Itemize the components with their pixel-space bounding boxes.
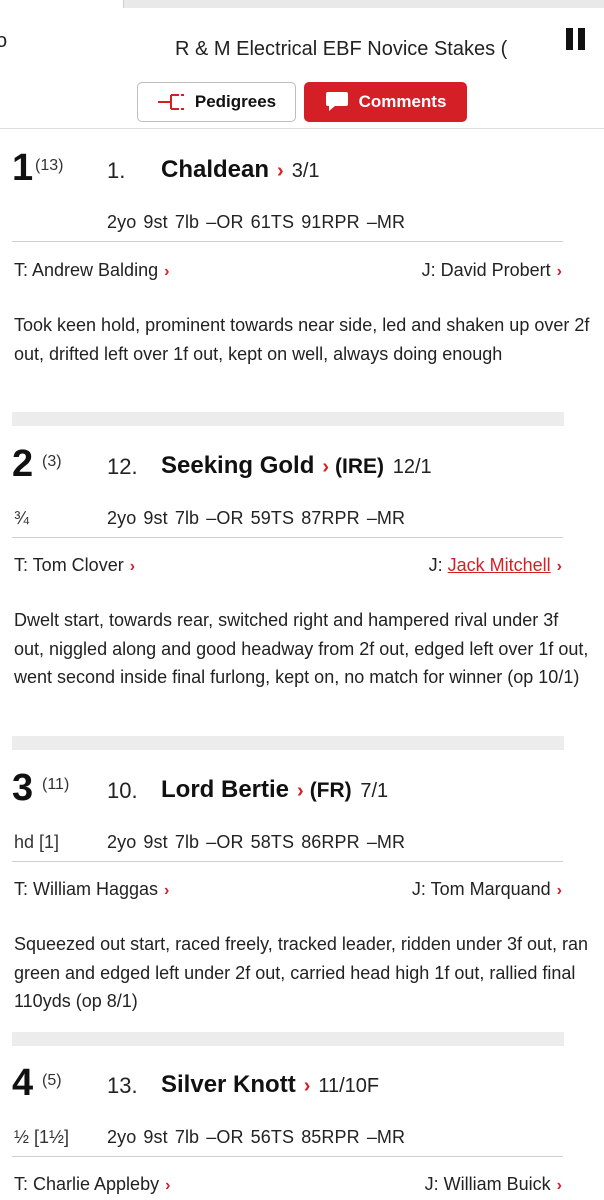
header-divider: [0, 128, 604, 129]
comments-button[interactable]: Comments: [304, 82, 467, 122]
distance-beaten: ½ [1½]: [14, 1127, 70, 1147]
race-header: o R & M Electrical EBF Novice Stakes (: [0, 8, 604, 74]
trainer-link[interactable]: T: Charlie Appleby ›: [14, 1174, 170, 1195]
country-code: (FR): [309, 779, 352, 802]
horse-name-row[interactable]: Silver Knott › 11/10F: [161, 1071, 379, 1099]
jockey-link[interactable]: J: Tom Marquand ›: [412, 879, 562, 900]
race-header-left-fragment: o: [0, 30, 8, 52]
jockey-link[interactable]: J: William Buick ›: [425, 1174, 562, 1195]
runner-stats: 2yo 9st 7lb –OR 59TS 87RPR –MR: [107, 508, 406, 528]
divider: [12, 241, 563, 242]
comments-label: Comments: [358, 92, 447, 111]
saddle-cloth-number: 1.: [107, 158, 126, 183]
chevron-right-icon: ›: [322, 456, 330, 478]
trainer-name[interactable]: T: William Haggas: [14, 879, 158, 899]
chevron-right-icon: ›: [556, 263, 562, 280]
draw-number: (3): [42, 453, 62, 470]
tab-active[interactable]: [0, 0, 124, 8]
saddle-cloth-number: 12.: [107, 454, 138, 479]
saddle-cloth-number: 13.: [107, 1073, 138, 1098]
chevron-right-icon: ›: [556, 1177, 562, 1194]
section-separator: [12, 412, 564, 426]
chevron-right-icon: ›: [303, 1075, 311, 1097]
chevron-right-icon: ›: [277, 160, 284, 182]
chevron-right-icon: ›: [164, 882, 170, 899]
jockey-prefix: J:: [428, 555, 448, 575]
jockey-link[interactable]: J: Jack Mitchell ›: [429, 555, 562, 576]
trainer-link[interactable]: T: Tom Clover ›: [14, 555, 135, 576]
jockey-name[interactable]: Jack Mitchell: [448, 555, 551, 575]
race-title: R & M Electrical EBF Novice Stakes (: [175, 38, 508, 60]
odds: 7/1: [360, 780, 389, 802]
horse-name-row[interactable]: Chaldean › 3/1: [161, 156, 320, 184]
horse-name[interactable]: Seeking Gold: [161, 452, 314, 479]
chevron-right-icon: ›: [164, 263, 170, 280]
horse-name[interactable]: Chaldean: [161, 156, 269, 183]
top-tab-strip: [0, 0, 604, 8]
race-comment: Dwelt start, towards rear, switched righ…: [14, 610, 589, 687]
pedigree-icon: [157, 94, 184, 110]
runner-stats: 2yo 9st 7lb –OR 61TS 91RPR –MR: [107, 212, 406, 232]
pedigrees-button[interactable]: Pedigrees: [137, 82, 296, 122]
pause-icon[interactable]: [566, 28, 588, 52]
trainer-name[interactable]: T: Andrew Balding: [14, 260, 158, 280]
saddle-cloth-number: 10.: [107, 778, 138, 803]
chevron-right-icon: ›: [556, 558, 562, 575]
finish-position: 4: [12, 1062, 34, 1104]
chevron-right-icon: ›: [129, 558, 136, 575]
divider: [12, 537, 563, 538]
horse-name-row[interactable]: Seeking Gold › (IRE) 12/1: [161, 452, 432, 480]
horse-name-row[interactable]: Lord Bertie › (FR) 7/1: [161, 776, 388, 804]
jockey-link[interactable]: J: David Probert ›: [422, 260, 562, 281]
trainer-link[interactable]: T: William Haggas ›: [14, 879, 169, 900]
draw-number: (13): [35, 157, 64, 174]
finish-position: 3: [12, 767, 34, 809]
finish-position: 2: [12, 443, 34, 485]
chevron-right-icon: ›: [556, 882, 562, 899]
distance-beaten: ¾: [14, 508, 30, 528]
odds: 12/1: [392, 456, 432, 478]
odds: 3/1: [291, 160, 320, 182]
comment-bubble-icon: [325, 92, 348, 111]
jockey-name[interactable]: J: Tom Marquand: [412, 879, 551, 899]
draw-number: (5): [42, 1072, 62, 1089]
jockey-name[interactable]: J: William Buick: [425, 1174, 551, 1194]
section-separator: [12, 1032, 564, 1046]
pedigrees-label: Pedigrees: [194, 92, 277, 111]
divider: [12, 861, 563, 862]
runner-stats: 2yo 9st 7lb –OR 58TS 86RPR –MR: [107, 832, 406, 852]
section-separator: [12, 736, 564, 750]
trainer-link[interactable]: T: Andrew Balding ›: [14, 260, 169, 281]
chevron-right-icon: ›: [297, 780, 304, 802]
trainer-name[interactable]: T: Tom Clover: [14, 555, 124, 575]
race-comment: Squeezed out start, raced freely, tracke…: [14, 934, 589, 1011]
race-comment: Took keen hold, prominent towards near s…: [14, 315, 590, 364]
horse-name[interactable]: Lord Bertie: [161, 776, 289, 803]
finish-position: 1: [12, 147, 34, 189]
horse-name[interactable]: Silver Knott: [161, 1071, 296, 1098]
draw-number: (11): [42, 776, 70, 793]
distance-beaten: hd [1]: [14, 832, 60, 852]
jockey-name[interactable]: J: David Probert: [422, 260, 551, 280]
odds: 11/10F: [318, 1075, 380, 1097]
chevron-right-icon: ›: [165, 1177, 171, 1194]
country-code: (IRE): [335, 455, 385, 478]
divider: [12, 1156, 563, 1157]
runner-stats: 2yo 9st 7lb –OR 56TS 85RPR –MR: [107, 1127, 406, 1147]
trainer-name[interactable]: T: Charlie Appleby: [14, 1174, 159, 1194]
